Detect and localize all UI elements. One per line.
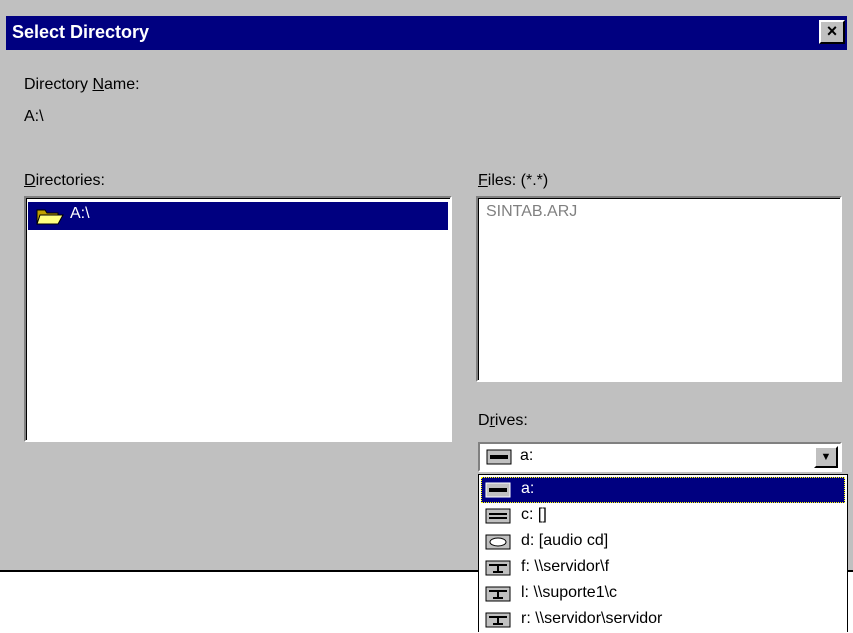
cd-drive-icon [485,534,511,550]
chevron-down-icon: ▼ [820,451,832,463]
directories-list[interactable]: A:\ [24,196,452,442]
directory-name-label: Directory Name: [24,76,140,93]
drive-option-a[interactable]: a: [481,477,845,503]
drive-option-c[interactable]: c: [] [481,503,845,529]
directory-name-value: A:\ [24,108,44,125]
floppy-drive-icon [485,482,511,498]
open-folder-icon [36,209,64,225]
window-title: Select Directory [12,22,150,42]
directory-item-label: A:\ [70,205,90,222]
drive-option-l[interactable]: l: \\suporte1\c [481,581,845,607]
files-label: Files: (*.*) [478,172,549,189]
file-item[interactable]: SINTAB.ARJ [486,203,577,221]
files-list[interactable]: SINTAB.ARJ [476,196,842,382]
drive-option-r[interactable]: r: \\servidor\servidor [481,607,845,633]
title-bar[interactable]: Select Directory × [6,16,847,50]
network-drive-icon [485,560,511,576]
network-drive-icon [485,586,511,602]
drives-label: Drives: [478,412,528,429]
directories-label: Directories: [24,172,105,189]
hard-drive-icon [485,508,511,524]
drives-combobox[interactable]: a: ▼ [478,442,842,472]
close-icon: × [826,21,838,41]
drive-option-f[interactable]: f: \\servidor\f [481,555,845,581]
drives-dropdown-button[interactable]: ▼ [814,446,838,468]
drives-selected-value: a: [520,447,534,464]
directory-item[interactable]: A:\ [28,202,448,230]
drives-dropdown-list[interactable]: a: c: [] d: [audio cd] f: \\servidor\f l… [478,474,848,632]
drive-option-d[interactable]: d: [audio cd] [481,529,845,555]
close-button[interactable]: × [819,20,845,44]
floppy-drive-icon [486,449,512,465]
network-drive-icon [485,612,511,628]
